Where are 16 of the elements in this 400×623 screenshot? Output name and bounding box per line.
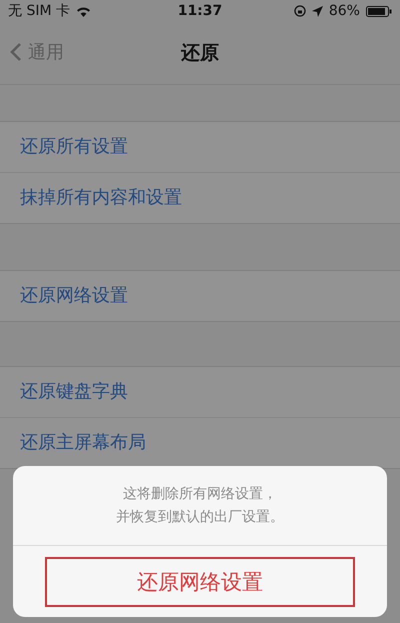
sheet-message: 这将删除所有网络设置， 并恢复到默认的出厂设置。	[13, 466, 387, 546]
location-arrow-icon	[312, 6, 323, 16]
settings-row[interactable]: 还原键盘字典	[0, 367, 400, 418]
chevron-left-icon	[10, 42, 22, 62]
rotation-lock-icon	[294, 5, 306, 17]
reset-network-button[interactable]: 还原网络设置	[45, 556, 355, 606]
settings-row[interactable]: 还原网络设置	[0, 271, 400, 321]
settings-row[interactable]: 还原主屏幕布局	[0, 418, 400, 468]
settings-row[interactable]: 抹掉所有内容和设置	[0, 173, 400, 223]
wifi-icon	[76, 6, 91, 16]
status-time: 11:37	[178, 3, 222, 19]
carrier-label: 无 SIM 卡	[8, 2, 70, 20]
settings-row[interactable]: 还原所有设置	[0, 122, 400, 173]
battery-percent: 86%	[328, 3, 360, 19]
page-title: 还原	[181, 41, 219, 66]
battery-icon	[366, 6, 392, 16]
